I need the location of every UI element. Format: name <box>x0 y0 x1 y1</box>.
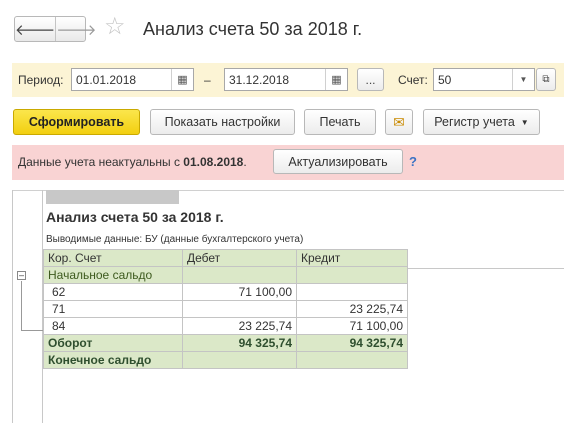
turnover-debit: 94 325,74 <box>182 334 297 352</box>
register-label: Регистр учета <box>434 115 515 129</box>
report-title: Анализ счета 50 за 2018 г. <box>46 209 224 225</box>
generate-button[interactable]: Сформировать <box>13 109 140 135</box>
account-value: 50 <box>438 72 452 87</box>
warning-text: Данные учета неактуальны с 01.08.2018. <box>18 155 247 169</box>
navigation-buttons: 🡐 🡒 <box>14 16 96 42</box>
arrow-right-icon: 🡒 <box>56 21 97 39</box>
date-to-field[interactable]: 31.12.2018 ▦ <box>224 68 348 91</box>
register-button[interactable]: Регистр учета ▼ <box>423 109 540 135</box>
print-button[interactable]: Печать <box>304 109 376 135</box>
warning-date: 01.08.2018 <box>183 155 244 169</box>
envelope-icon: ✉ <box>393 113 405 130</box>
row-debit <box>182 300 297 318</box>
date-from-field[interactable]: 01.01.2018 ▦ <box>71 68 194 91</box>
forward-button[interactable]: 🡒 <box>55 17 96 41</box>
period-label: Период: <box>18 73 64 87</box>
calendar-icon[interactable]: ▦ <box>171 69 193 90</box>
back-button[interactable]: 🡐 <box>15 17 55 41</box>
report-table: Кор. Счет Дебет Кредит Начальное сальдо … <box>43 249 408 369</box>
tree-line <box>21 330 43 331</box>
row-credit <box>296 283 408 301</box>
warning-suffix: . <box>243 155 247 169</box>
tree-line <box>21 281 22 331</box>
select-period-button[interactable]: ... <box>357 68 384 91</box>
open-icon: ⧉ <box>542 74 550 85</box>
show-settings-button[interactable]: Показать настройки <box>150 109 295 135</box>
report-row-line <box>406 268 564 269</box>
closing-balance-credit <box>296 351 408 369</box>
calendar-icon[interactable]: ▦ <box>325 69 347 90</box>
collapse-toggle[interactable]: – <box>17 271 26 280</box>
account-label: Счет: <box>398 73 428 87</box>
row-credit: 23 225,74 <box>296 300 408 318</box>
turnover-label: Оборот <box>43 334 183 352</box>
report-header-strip <box>46 190 179 204</box>
send-email-button[interactable]: ✉ <box>385 109 413 135</box>
row-debit: 23 225,74 <box>182 317 297 335</box>
date-from-value: 01.01.2018 <box>76 72 137 87</box>
column-header-account: Кор. Счет <box>43 249 183 267</box>
column-header-credit: Кредит <box>296 249 408 267</box>
row-account: 62 <box>43 283 183 301</box>
row-credit: 71 100,00 <box>296 317 408 335</box>
arrow-left-icon: 🡐 <box>15 21 56 39</box>
closing-balance-label: Конечное сальдо <box>43 351 183 369</box>
table-row[interactable]: 71 23 225,74 <box>43 300 408 318</box>
report-subtitle: Выводимые данные: БУ (данные бухгалтерск… <box>46 234 304 245</box>
opening-balance-debit <box>182 266 297 284</box>
chevron-down-icon[interactable]: ▼ <box>512 69 534 90</box>
column-header-debit: Дебет <box>182 249 297 267</box>
star-icon[interactable]: ☆ <box>104 15 126 39</box>
chevron-down-icon: ▼ <box>520 117 529 127</box>
row-account: 84 <box>43 317 183 335</box>
opening-balance-credit <box>296 266 408 284</box>
table-row[interactable]: 62 71 100,00 <box>43 283 408 301</box>
account-select[interactable]: 50 ▼ <box>433 68 535 91</box>
table-row[interactable]: 84 23 225,74 71 100,00 <box>43 317 408 335</box>
page-title: Анализ счета 50 за 2018 г. <box>143 19 363 39</box>
date-to-value: 31.12.2018 <box>229 72 290 87</box>
update-button[interactable]: Актуализировать <box>273 149 403 174</box>
help-icon[interactable]: ? <box>409 154 417 169</box>
row-debit: 71 100,00 <box>182 283 297 301</box>
period-dash: – <box>204 73 211 87</box>
opening-balance-label: Начальное сальдо <box>43 266 183 284</box>
open-account-button[interactable]: ⧉ <box>536 68 556 91</box>
warning-message: Данные учета неактуальны с <box>18 155 184 169</box>
row-account: 71 <box>43 300 183 318</box>
turnover-credit: 94 325,74 <box>296 334 408 352</box>
closing-balance-debit <box>182 351 297 369</box>
report-border-left <box>12 190 13 423</box>
